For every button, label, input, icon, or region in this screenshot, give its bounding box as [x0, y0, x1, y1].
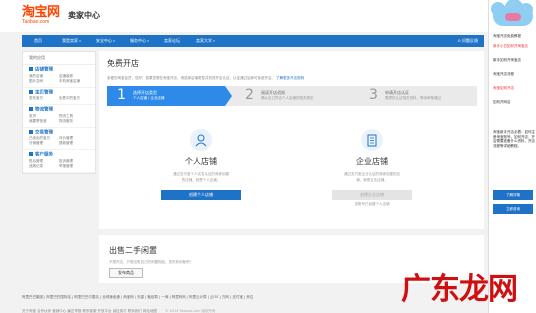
- personal-shop-description: 通过支付宝个人实名认证的商家创建 的店铺，就是个人店铺。: [146, 171, 256, 183]
- sidebar-link[interactable]: 图片空间: [29, 79, 59, 84]
- nav-university-label: 卖家大学: [196, 38, 212, 43]
- enterprise-shop-card: 企业店铺 通过支付宝企业认证的商家创建的店 铺，就是企业店铺。 创建企业店铺 该…: [317, 129, 427, 207]
- cloud-face: [505, 13, 521, 21]
- nav-forum[interactable]: 卖家论坛: [164, 38, 180, 44]
- ad-line[interactable]: 如何开网店: [493, 100, 535, 105]
- nav-seller[interactable]: 我是卖家 ▾: [62, 38, 81, 44]
- sidebar-group-label: 物流管理: [35, 107, 53, 113]
- step-progress: 1 选择开店类型 个人店铺 / 企业店铺 2 阅读开店须知 确认自己符合个人店铺…: [107, 86, 477, 106]
- step-1: 1 选择开店类型 个人店铺 / 企业店铺: [107, 86, 225, 106]
- taobao-logo[interactable]: 淘宝网 Taobao.com: [22, 6, 60, 25]
- nav-university[interactable]: 卖家大学 ▾: [196, 38, 215, 44]
- step-number: 1: [117, 87, 126, 103]
- chevron-down-icon: ▾: [213, 39, 215, 43]
- sidebar-title: 我的应用: [23, 52, 95, 65]
- create-enterprise-shop-button[interactable]: 创建企业店铺: [332, 190, 412, 200]
- footer-links-secondary[interactable]: 关于淘宝 合作伙伴 营销中心 廉正举报 联系客服 开放平台 诚征英才 联系我们 …: [22, 309, 157, 313]
- publish-item-button[interactable]: 发布商品: [109, 268, 143, 278]
- sidebar-group-label: 宝贝管理: [35, 90, 53, 95]
- sidebar-link[interactable]: 举报管理: [59, 164, 89, 169]
- ad-consult-button[interactable]: 立即咨询: [493, 204, 533, 214]
- top-header: 淘宝网 Taobao.com 卖家中心: [0, 0, 488, 32]
- description-text: 亲爱的淘宝会员，您好！如果您想在淘宝开店，请选择店铺类型并完成开店认证，认证通过…: [107, 76, 275, 80]
- feedback-link[interactable]: ⊙ 问题反馈: [457, 38, 478, 44]
- nav-security[interactable]: 安全中心 ▾: [96, 38, 115, 44]
- personal-shop-title: 个人店铺: [185, 157, 217, 166]
- cartoon-cloud-icon: [491, 0, 533, 26]
- watermark: 广东龙网: [401, 272, 518, 307]
- enterprise-shop-description: 通过支付宝企业认证的商家创建的店 铺，就是企业店铺。: [317, 171, 427, 183]
- box-icon: [29, 89, 33, 94]
- nav-seller-label: 我是卖家: [62, 38, 78, 43]
- sidebar-link[interactable]: 手机淘宝店铺: [59, 79, 89, 84]
- ad-line[interactable]: 淘宝开店免费教程: [493, 34, 535, 39]
- footer-secondary: 关于淘宝 合作伙伴 营销中心 廉正举报 联系客服 开放平台 诚征英才 联系我们 …: [22, 309, 484, 313]
- sidebar-link[interactable]: 出售中的宝贝: [59, 96, 89, 101]
- main-nav: 首页 我是卖家 ▾ 安全中心 ▾ 服务中心 ▾ 卖家论坛 卖家大学 ▾ ⊙ 问题…: [22, 35, 484, 47]
- truck-icon: [29, 107, 33, 111]
- chevron-down-icon: ▾: [113, 39, 115, 43]
- chevron-down-icon: ▾: [79, 39, 81, 43]
- store-icon: [29, 67, 33, 71]
- description-line: 铺，就是企业店铺。: [356, 178, 388, 182]
- step-number: 3: [369, 87, 378, 103]
- cloud-bubble: [491, 2, 505, 16]
- feedback-label: 问题反馈: [462, 38, 478, 43]
- section-title: 免费开店: [107, 59, 139, 68]
- nav-home[interactable]: 首页: [34, 38, 42, 44]
- sidebar: 我的应用 店铺管理 我的店铺 店铺装修 图片空间 手机淘宝店铺 宝贝管理 发布宝…: [22, 51, 96, 174]
- description-line: 的店铺，就是个人店铺。: [181, 178, 221, 182]
- sidebar-group-label: 客户服务: [35, 152, 53, 158]
- sidebar-link[interactable]: 违规记录: [29, 164, 59, 169]
- ad-line[interactable]: 新手小白如何开淘宝店: [493, 44, 535, 49]
- sidebar-group-items: 宝贝管理 发布宝贝 出售中的宝贝: [23, 88, 95, 105]
- building-icon: [361, 129, 383, 151]
- sidebar-link[interactable]: 退款管理: [59, 141, 89, 146]
- sidebar-group-trade: 交易管理 已卖出的宝贝 评价管理 分销管理 退款管理: [23, 128, 95, 150]
- enterprise-shop-note: 该账号已创建个人店铺: [354, 202, 390, 206]
- ad-body: 淘宝新手开店必看：如何注册淘宝账号，如何开店，开店需要准备什么资料，开店流程等详…: [493, 130, 535, 148]
- step-subtitle: 个人店铺 / 企业店铺: [133, 96, 165, 100]
- sidebar-link[interactable]: 发布宝贝: [29, 96, 59, 101]
- section-description: 亲爱的淘宝会员，您好！如果您想在淘宝开店，请选择店铺类型并完成开店认证，认证通过…: [107, 76, 304, 81]
- step-subtitle: 确认自己符合个人店铺的相关规定: [261, 96, 314, 100]
- create-personal-shop-button[interactable]: 创建个人店铺: [161, 190, 241, 200]
- used-description: 不想开店，只想出售自己的闲置物品，发布到闲鱼吧！: [109, 260, 193, 264]
- step-subtitle: 需提供认证相关资料，等待审核通过: [385, 96, 441, 100]
- ad-line[interactable]: 新手如何开淘宝店: [493, 58, 535, 63]
- sidebar-link[interactable]: 物流服务: [59, 119, 89, 124]
- used-title: 出售二手闲置: [109, 246, 157, 255]
- ad-details-button[interactable]: 了解详情: [493, 190, 533, 200]
- ad-line[interactable]: 淘宝如何开店: [493, 86, 535, 91]
- sidebar-link[interactable]: 我要寄快递: [29, 119, 59, 124]
- step-3: 3 申请开店认证 需提供认证相关资料，等待审核通过: [359, 86, 477, 106]
- sidebar-group-customer: 客户服务 售后管理 投诉管理 违规记录 举报管理: [23, 150, 95, 173]
- copyright: © 2014 Taobao.com 版权所有: [164, 309, 216, 313]
- personal-shop-card: 个人店铺 通过支付宝个人实名认证的商家创建 的店铺，就是个人店铺。 创建个人店铺: [146, 129, 256, 200]
- headset-icon: [29, 152, 33, 156]
- open-shop-panel: 免费开店 亲爱的淘宝会员，您好！如果您想在淘宝开店，请选择店铺类型并完成开店认证…: [99, 51, 484, 229]
- sidebar-group-label: 店铺管理: [35, 67, 53, 73]
- sidebar-group-label: 交易管理: [35, 130, 53, 135]
- ad-line[interactable]: 淘宝开店流程: [493, 72, 535, 77]
- chevron-down-icon: ▾: [147, 39, 149, 43]
- step-arrow: [225, 86, 232, 106]
- trade-icon: [29, 129, 33, 134]
- nav-security-label: 安全中心: [96, 38, 112, 43]
- step-number: 2: [245, 87, 254, 103]
- enterprise-shop-title: 企业店铺: [356, 157, 388, 166]
- nav-service-label: 服务中心: [130, 38, 146, 43]
- cloud-bubble: [519, 3, 533, 16]
- rules-link[interactable]: 了解更多开店规则: [276, 76, 304, 80]
- sidebar-group-logistics: 物流管理 发货 物流工具 我要寄快递 物流服务: [23, 105, 95, 128]
- nav-service[interactable]: 服务中心 ▾: [130, 38, 149, 44]
- page-title: 卖家中心: [68, 11, 100, 20]
- page: 淘宝网 Taobao.com 卖家中心 首页 我是卖家 ▾ 安全中心 ▾ 服务中…: [0, 0, 536, 313]
- sidebar-group-shop: 店铺管理 我的店铺 店铺装修 图片空间 手机淘宝店铺: [23, 65, 95, 88]
- logo-text: 淘宝网: [22, 5, 60, 20]
- sidebar-link[interactable]: 分销管理: [29, 141, 59, 146]
- step-2: 2 阅读开店须知 确认自己符合个人店铺的相关规定: [235, 86, 355, 106]
- person-icon: [190, 129, 212, 151]
